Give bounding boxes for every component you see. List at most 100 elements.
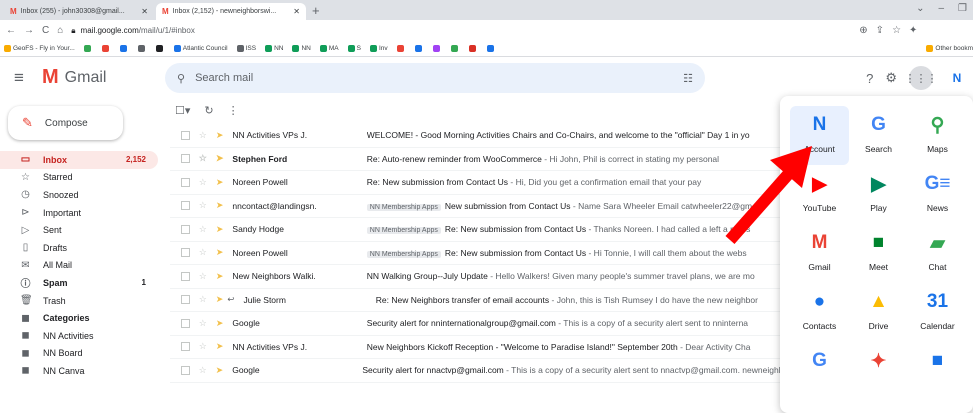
bookmark-icon[interactable] (83, 45, 91, 52)
compose-button[interactable]: ✎ Compose (8, 106, 123, 140)
app-launcher-item[interactable]: ▶ Play (849, 165, 908, 224)
minimize-icon[interactable]: – (938, 3, 944, 14)
app-launcher-item[interactable]: 31 Calendar (908, 283, 967, 342)
app-launcher-item[interactable]: G Search (849, 106, 908, 165)
star-icon[interactable]: ☆ (199, 365, 207, 376)
star-icon[interactable]: ☆ (199, 341, 207, 352)
gmail-logo[interactable]: M Gmail (42, 66, 106, 89)
star-icon[interactable]: ☆ (199, 130, 207, 141)
bookmark-icon[interactable] (486, 45, 494, 52)
bookmark-icon[interactable] (155, 45, 163, 52)
bookmark-icon[interactable] (414, 45, 422, 52)
bookmark-item[interactable]: S (347, 44, 361, 52)
star-icon[interactable]: ☆ (199, 153, 207, 164)
star-icon[interactable]: ☆ (199, 247, 207, 258)
important-marker-icon[interactable]: ➤ (216, 365, 224, 376)
important-marker-icon[interactable]: ➤ (216, 341, 224, 352)
email-label-badge[interactable]: NN Membership Apps (366, 227, 441, 235)
app-launcher-item[interactable]: G (790, 342, 849, 401)
sidebar-item-inbox[interactable]: ▭ Inbox 2,152 (0, 151, 158, 169)
back-icon[interactable]: ← (6, 25, 16, 36)
sidebar-item-nn-board[interactable]: ◼ NN Board (0, 345, 158, 363)
app-launcher-item[interactable]: ■ (908, 342, 967, 401)
important-marker-icon[interactable]: ➤ (216, 130, 224, 141)
search-input[interactable]: Search mail (195, 72, 253, 84)
important-marker-icon[interactable]: ➤ (216, 271, 224, 282)
star-icon[interactable]: ☆ (199, 271, 207, 282)
app-launcher-item[interactable]: M Gmail (790, 224, 849, 283)
extensions-icon[interactable]: ✦ (909, 25, 917, 36)
important-marker-icon[interactable]: ➤ (216, 224, 224, 235)
sidebar-item-drafts[interactable]: ▯ Drafts (0, 239, 158, 257)
restore-icon[interactable]: ❐ (958, 3, 967, 14)
row-checkbox[interactable] (181, 248, 190, 258)
sidebar-item-nn-canva[interactable]: ◼ NN Canva (0, 362, 158, 380)
gear-icon[interactable]: ⚙ (885, 70, 897, 86)
bookmark-item[interactable]: NN (292, 44, 311, 52)
sidebar-item-sent[interactable]: ▷ Sent (0, 221, 158, 239)
important-marker-icon[interactable]: ➤ (216, 294, 224, 305)
app-launcher-item[interactable]: ⚲ Maps (908, 106, 967, 165)
chevron-down-icon[interactable]: ⌄ (916, 3, 924, 14)
bookmark-icon[interactable] (119, 45, 127, 52)
important-marker-icon[interactable]: ➤ (216, 200, 224, 211)
important-marker-icon[interactable]: ➤ (216, 318, 224, 329)
important-marker-icon[interactable]: ➤ (216, 247, 224, 258)
home-icon[interactable]: ⌂ (57, 25, 63, 36)
sidebar-item-trash[interactable]: 🗑 Trash (0, 292, 158, 310)
bookmark-item[interactable]: ISS (236, 44, 256, 52)
menu-icon[interactable]: ≡ (14, 68, 24, 88)
close-icon[interactable]: ✕ (293, 7, 300, 16)
sidebar-item-spam[interactable]: ⓘ Spam 1 (0, 274, 158, 292)
zoom-icon[interactable]: ⊕ (859, 25, 867, 36)
close-icon[interactable]: ✕ (141, 7, 148, 16)
bookmark-star-icon[interactable]: ☆ (892, 25, 901, 36)
bookmark-item[interactable]: NN (265, 44, 283, 52)
email-label-badge[interactable]: NN Membership Apps (366, 203, 441, 211)
row-checkbox[interactable] (181, 365, 190, 375)
url-field[interactable]: 🔒︎ mail.google.com/mail/u/1/#inbox (71, 23, 851, 39)
row-checkbox[interactable] (181, 271, 190, 281)
help-icon[interactable]: ? (866, 71, 873, 86)
bookmark-icon[interactable] (468, 45, 476, 52)
apps-grid-icon[interactable]: ⋮⋮⋮ (905, 66, 938, 90)
bookmark-item[interactable]: MA (319, 44, 339, 52)
important-marker-icon[interactable]: ➤ (216, 153, 224, 164)
app-launcher-item[interactable]: ✦ (849, 342, 908, 401)
avatar[interactable]: N (945, 66, 969, 90)
row-checkbox[interactable] (181, 295, 190, 305)
forward-icon[interactable]: → (24, 25, 34, 36)
star-icon[interactable]: ☆ (199, 318, 207, 329)
bookmark-icon[interactable] (101, 45, 109, 52)
reload-icon[interactable]: C (42, 25, 49, 36)
app-launcher-item[interactable]: N Account (790, 106, 849, 165)
app-launcher-item[interactable]: ▲ Drive (849, 283, 908, 342)
search-bar[interactable]: ⚲ Search mail ☷ (165, 63, 705, 93)
share-icon[interactable]: ⇪ (876, 25, 884, 36)
star-icon[interactable]: ☆ (199, 200, 207, 211)
search-icon[interactable]: ⚲ (177, 72, 185, 85)
star-icon[interactable]: ☆ (199, 294, 207, 305)
bookmark-item[interactable]: Inv (369, 44, 388, 52)
bookmark-item[interactable]: GeoFS - Fly in Your... (4, 44, 75, 52)
app-launcher-item[interactable]: ▶ YouTube (790, 165, 849, 224)
new-tab-icon[interactable]: + (312, 3, 320, 18)
bookmark-icon[interactable] (137, 45, 145, 52)
search-options-icon[interactable]: ☷ (683, 72, 693, 85)
bookmark-icon[interactable] (450, 45, 458, 52)
row-checkbox[interactable] (181, 342, 190, 352)
app-launcher-item[interactable]: G≡ News (908, 165, 967, 224)
row-checkbox[interactable] (181, 130, 190, 140)
sidebar-item-snoozed[interactable]: ◷ Snoozed (0, 186, 158, 204)
refresh-icon[interactable]: ↻ (204, 104, 213, 117)
sidebar-item-categories[interactable]: ◼ Categories (0, 309, 158, 327)
sidebar-item-important[interactable]: ⊳ Important (0, 204, 158, 222)
important-marker-icon[interactable]: ➤ (216, 177, 224, 188)
app-launcher-item[interactable]: ▰ Chat (908, 224, 967, 283)
browser-tab[interactable]: M Inbox (255) - john30308@gmail... ✕ (4, 3, 154, 20)
row-checkbox[interactable] (181, 201, 190, 211)
row-checkbox[interactable] (181, 318, 190, 328)
bookmark-icon[interactable] (396, 45, 404, 52)
browser-tab-active[interactable]: M Inbox (2,152) - newneighborswi... ✕ (156, 3, 306, 20)
app-launcher-item[interactable]: ● Contacts (790, 283, 849, 342)
